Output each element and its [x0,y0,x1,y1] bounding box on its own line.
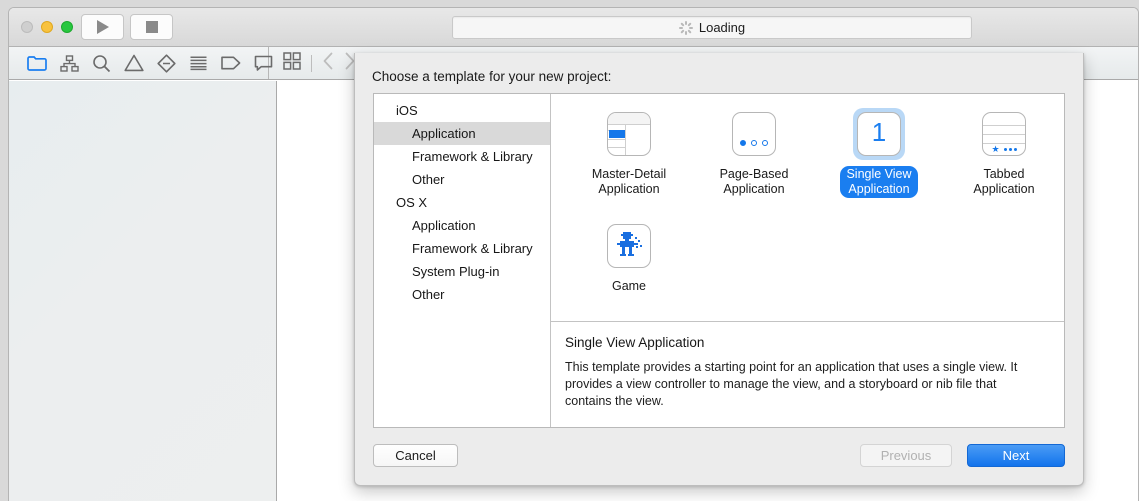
tabbed-icon-box: ★ [978,108,1030,160]
master-detail-icon-box [603,108,655,160]
sidebar-item-ios-other[interactable]: Other [374,168,550,191]
page-based-icon [732,112,776,156]
game-icon [607,224,651,268]
template-label: Game [611,279,647,293]
single-view-icon-box: 1 [853,108,905,160]
sidebar-item-osx-system-plugin[interactable]: System Plug-in [374,260,550,283]
run-icon [96,20,109,34]
sheet-button-row: Cancel Previous Next [373,444,1065,467]
template-row: Game [551,220,1064,295]
game-icon-box [603,220,655,272]
project-navigator-icon[interactable] [27,52,47,74]
run-button[interactable] [81,14,124,40]
template-row: Master-Detail Application Page-Based App… [551,108,1064,198]
stop-button[interactable] [130,14,173,40]
source-control-navigator-icon[interactable] [60,52,79,74]
test-navigator-icon[interactable] [157,52,176,74]
template-grid-and-description: Master-Detail Application Page-Based App… [551,94,1064,427]
loading-spinner-icon [678,20,693,35]
template-single-view[interactable]: 1 Single View Application [819,108,939,198]
status-text: Loading [698,20,746,35]
template-chooser: iOS Application Framework & Library Othe… [373,93,1065,428]
back-chevron-icon[interactable] [322,52,334,75]
window-titlebar: Loading [9,8,1138,47]
sidebar-item-osx-application[interactable]: Application [374,214,550,237]
xcode-window: Loading Choose a template for your new p… [8,7,1139,501]
tabbed-icon: ★ [982,112,1026,156]
template-description: Single View Application This template pr… [551,321,1064,427]
new-project-template-sheet: Choose a template for your new project: … [354,53,1084,486]
sidebar-item-ios-framework-library[interactable]: Framework & Library [374,145,550,168]
close-window-button[interactable] [21,21,33,33]
next-button[interactable]: Next [967,444,1065,467]
minimize-window-button[interactable] [41,21,53,33]
find-navigator-icon[interactable] [92,52,111,74]
sidebar-item-ios[interactable]: iOS [374,99,550,122]
template-label: Tabbed Application [973,167,1035,196]
navigator-selector-group [9,47,273,79]
debug-navigator-icon[interactable] [189,52,208,74]
assistant-editor-icon[interactable] [283,51,301,75]
status-bar[interactable]: Loading [452,16,972,39]
page-based-icon-box [728,108,780,160]
template-grid: Master-Detail Application Page-Based App… [551,94,1064,321]
sheet-title: Choose a template for your new project: [372,69,612,84]
template-category-sidebar[interactable]: iOS Application Framework & Library Othe… [374,94,551,427]
template-label: Page-Based Application [719,167,789,196]
template-label-selected: Single View Application [840,166,918,198]
sidebar-item-ios-application[interactable]: Application [374,122,550,145]
breakpoint-navigator-icon[interactable] [221,52,241,74]
template-tabbed[interactable]: ★ Tabbed Application [944,108,1064,198]
template-page-based[interactable]: Page-Based Application [694,108,814,198]
template-game[interactable]: Game [569,220,689,295]
template-master-detail[interactable]: Master-Detail Application [569,108,689,198]
master-detail-icon [607,112,651,156]
cancel-button[interactable]: Cancel [373,444,458,467]
issue-navigator-icon[interactable] [124,52,144,74]
sidebar-item-osx-framework-library[interactable]: Framework & Library [374,237,550,260]
editor-selector-group [269,47,356,79]
run-stop-group [81,14,173,40]
description-title: Single View Application [565,335,705,350]
toolbar-divider [311,54,312,72]
single-view-icon: 1 [857,112,901,156]
stop-icon [145,21,158,33]
previous-button[interactable]: Previous [860,444,952,467]
navigator-pane[interactable] [9,81,277,501]
sidebar-item-osx[interactable]: OS X [374,191,550,214]
description-body: This template provides a starting point … [565,360,1018,408]
zoom-window-button[interactable] [61,21,73,33]
template-label: Master-Detail Application [591,167,667,196]
sidebar-item-osx-other[interactable]: Other [374,283,550,306]
traffic-lights [21,21,73,33]
